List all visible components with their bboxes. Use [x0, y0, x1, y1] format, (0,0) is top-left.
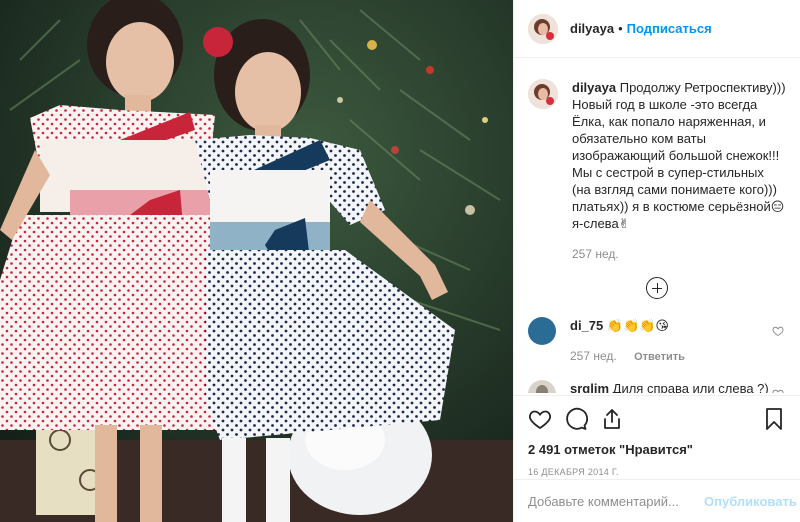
- share-icon[interactable]: [600, 407, 624, 431]
- comment-username[interactable]: srglim: [570, 381, 609, 393]
- caption-age[interactable]: 257 нед.: [572, 247, 619, 261]
- header-separator: •: [618, 21, 623, 36]
- commenter-avatar[interactable]: [528, 317, 556, 345]
- caption-avatar[interactable]: [528, 79, 558, 109]
- author-avatar[interactable]: [528, 13, 558, 44]
- post-header: dilyaya • Подписаться: [514, 0, 800, 58]
- comment-username[interactable]: di_75: [570, 318, 603, 333]
- post-date[interactable]: 16 декабря 2014 г.: [528, 467, 786, 477]
- post-photo[interactable]: [0, 0, 513, 522]
- bookmark-icon[interactable]: [762, 407, 786, 431]
- load-more-comments[interactable]: [528, 277, 786, 299]
- add-comment-bar: Опубликовать: [514, 479, 800, 522]
- caption-text: Продолжу Ретроспективу))) Новый год в шк…: [572, 80, 786, 231]
- commenter-avatar[interactable]: [528, 380, 556, 393]
- post-caption: dilyaya Продолжу Ретроспективу))) Новый …: [528, 79, 786, 263]
- comment-item: srglim Диля справа или слева ?) ლ(ಠ益ಠლ): [528, 380, 786, 393]
- likes-count[interactable]: 2 491 отметок "Нравится": [528, 442, 786, 457]
- comment-age[interactable]: 257 нед.: [570, 349, 617, 363]
- photo-illustration: [0, 0, 513, 522]
- heart-icon[interactable]: [528, 407, 552, 431]
- publish-button[interactable]: Опубликовать: [704, 494, 797, 509]
- author-username[interactable]: dilyaya: [570, 21, 614, 36]
- comments-list[interactable]: dilyaya Продолжу Ретроспективу))) Новый …: [514, 59, 800, 393]
- heart-icon[interactable]: [772, 388, 784, 393]
- comment-icon[interactable]: [564, 407, 588, 431]
- plus-circle-icon[interactable]: [646, 277, 668, 299]
- post-side-panel: dilyaya • Подписаться dilyaya Продолжу Р…: [513, 0, 800, 522]
- caption-username[interactable]: dilyaya: [572, 80, 616, 95]
- follow-button[interactable]: Подписаться: [627, 21, 712, 36]
- post-actions: 2 491 отметок "Нравится" 16 декабря 2014…: [514, 395, 800, 477]
- comment-text: 👏👏👏😘: [606, 318, 669, 333]
- comment-input[interactable]: [528, 493, 704, 509]
- comment-item: di_75 👏👏👏😘 257 нед. Ответить: [528, 317, 786, 366]
- reply-button[interactable]: Ответить: [634, 351, 685, 363]
- heart-icon[interactable]: [772, 325, 784, 337]
